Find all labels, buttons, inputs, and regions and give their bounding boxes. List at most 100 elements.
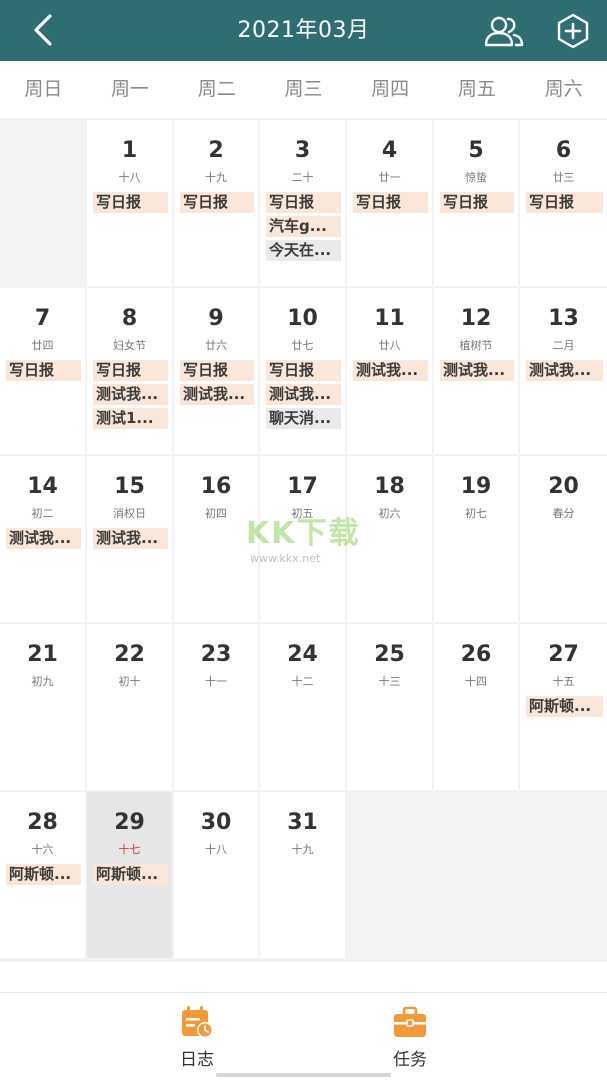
plus-circle-icon[interactable] bbox=[554, 12, 592, 50]
day-number: 2 bbox=[208, 138, 224, 163]
briefcase-icon bbox=[394, 1006, 426, 1037]
day-cell[interactable]: 10 廿七 写日报 测试我... 聊天消... bbox=[260, 288, 345, 454]
event-chip[interactable]: 写日报 bbox=[440, 192, 514, 213]
lunar-date: 惊蛰 bbox=[465, 171, 487, 184]
event-chip[interactable]: 写日报 bbox=[180, 192, 254, 213]
event-chip[interactable]: 测试我... bbox=[93, 528, 168, 549]
day-cell[interactable]: 2 十九写日报 bbox=[174, 120, 258, 286]
day-number: 15 bbox=[114, 474, 145, 499]
lunar-date: 初七 bbox=[465, 507, 487, 520]
event-list: 测试我... bbox=[6, 528, 81, 552]
event-list: 写日报 bbox=[353, 192, 428, 216]
day-cell[interactable]: 18 初六 bbox=[347, 456, 432, 622]
day-cell[interactable]: 12 植树节测试我... bbox=[434, 288, 518, 454]
day-cell[interactable]: 26 十四 bbox=[434, 624, 518, 790]
event-chip[interactable]: 阿斯顿... bbox=[93, 864, 168, 885]
event-chip[interactable]: 写日报 bbox=[353, 192, 428, 213]
event-chip[interactable]: 写日报 bbox=[93, 192, 168, 213]
day-cell[interactable]: 29 十七阿斯顿... bbox=[87, 792, 172, 958]
lunar-date: 十七 bbox=[118, 843, 141, 856]
event-chip[interactable]: 测试1... bbox=[93, 408, 168, 429]
lunar-date: 廿六 bbox=[205, 339, 227, 352]
event-list: 写日报 bbox=[6, 360, 81, 384]
day-cell[interactable]: 16 初四 bbox=[174, 456, 258, 622]
day-number: 8 bbox=[121, 306, 138, 331]
app-header: 2021年03月 bbox=[0, 0, 607, 61]
day-cell[interactable]: 25 十三 bbox=[347, 624, 432, 790]
day-number: 7 bbox=[34, 306, 51, 331]
day-cell[interactable]: 30 十八 bbox=[174, 792, 258, 958]
event-chip[interactable]: 写日报 bbox=[526, 192, 603, 213]
event-chip[interactable]: 写日报 bbox=[180, 360, 254, 381]
day-cell[interactable]: 17 初五 bbox=[260, 456, 345, 622]
day-cell[interactable]: 7 廿四写日报 bbox=[0, 288, 85, 454]
event-list: 写日报测试我... 测试1... bbox=[93, 360, 168, 432]
lunar-date: 十三 bbox=[378, 675, 401, 688]
day-cell[interactable]: 24 十二 bbox=[260, 624, 345, 790]
day-number: 21 bbox=[27, 642, 58, 667]
weekday-label: 周二 bbox=[197, 78, 236, 100]
lunar-date: 初二 bbox=[31, 507, 54, 520]
day-number: 28 bbox=[27, 810, 58, 835]
tab-journal[interactable]: 日志 bbox=[137, 993, 257, 1080]
lunar-date: 十九 bbox=[205, 171, 227, 184]
event-chip[interactable]: 测试我... bbox=[526, 360, 603, 381]
day-number: 12 bbox=[460, 306, 492, 331]
day-cell[interactable]: 22 初十 bbox=[87, 624, 172, 790]
event-chip[interactable]: 测试我... bbox=[440, 360, 514, 381]
day-cell[interactable]: 9 廿六 写日报 测试我... bbox=[174, 288, 258, 454]
event-chip[interactable]: 阿斯顿... bbox=[526, 696, 603, 717]
calendar-clock-icon bbox=[182, 1006, 213, 1038]
lunar-date: 十五 bbox=[552, 675, 575, 688]
event-chip[interactable]: 写日报 bbox=[266, 192, 341, 213]
day-cell[interactable]: 28 十六 阿斯顿... bbox=[0, 792, 85, 958]
day-number: 10 bbox=[287, 306, 318, 331]
event-chip[interactable]: 写日报 bbox=[93, 360, 168, 381]
event-chip[interactable]: 测试我... bbox=[6, 528, 81, 549]
event-chip[interactable]: 汽车g... bbox=[266, 216, 341, 237]
event-list: 写日报测试我... 聊天消... bbox=[266, 360, 341, 432]
day-cell[interactable]: 13 二月 测试我... bbox=[520, 288, 607, 454]
lunar-date: 廿四 bbox=[31, 339, 54, 352]
tab-tasks-label: 任务 bbox=[393, 1050, 427, 1070]
lunar-date: 廿三 bbox=[552, 171, 575, 184]
day-number: 30 bbox=[200, 810, 232, 835]
event-chip[interactable]: 今天在... bbox=[266, 240, 341, 261]
day-cell[interactable]: 23 十一 bbox=[174, 624, 258, 790]
day-cell[interactable]: 3 二十 写日报 汽车g... 今天在... bbox=[260, 120, 345, 286]
day-cell[interactable]: 27 十五 阿斯顿... bbox=[520, 624, 607, 790]
event-chip[interactable]: 阿斯顿... bbox=[6, 864, 81, 885]
day-cell[interactable]: 8 妇女节 写日报 测试我... 测试1... bbox=[87, 288, 172, 454]
weekday-label: 周四 bbox=[371, 78, 410, 100]
event-chip[interactable]: 聊天消... bbox=[266, 408, 341, 429]
event-chip[interactable]: 测试我... bbox=[266, 384, 341, 405]
event-chip[interactable]: 测试我... bbox=[93, 384, 168, 405]
tab-journal-label: 日志 bbox=[180, 1050, 214, 1070]
event-chip[interactable]: 写日报 bbox=[6, 360, 81, 381]
day-cell[interactable]: 19 初七 bbox=[434, 456, 518, 622]
tab-tasks[interactable]: 任务 bbox=[350, 993, 470, 1080]
day-cell[interactable]: 4 廿一 写日报 bbox=[347, 120, 432, 286]
lunar-date: 植树节 bbox=[459, 339, 493, 352]
lunar-date: 十一 bbox=[205, 675, 227, 688]
day-number: 29 bbox=[114, 810, 145, 835]
users-icon[interactable] bbox=[484, 14, 524, 48]
day-cell[interactable]: 14 初二 测试我... bbox=[0, 456, 85, 622]
day-number: 18 bbox=[374, 474, 405, 499]
day-cell[interactable]: 21 初九 bbox=[0, 624, 85, 790]
day-cell[interactable]: 15 消权日 测试我... bbox=[87, 456, 172, 622]
day-cell[interactable]: 5 惊蛰 写日报 bbox=[434, 120, 518, 286]
event-chip[interactable]: 测试我... bbox=[180, 384, 254, 405]
event-chip[interactable]: 写日报 bbox=[266, 360, 341, 381]
day-cell[interactable]: 11 廿八 测试我... bbox=[347, 288, 432, 454]
event-list: 阿斯顿... bbox=[93, 864, 168, 888]
day-cell[interactable]: 31 十九 bbox=[260, 792, 345, 958]
event-chip[interactable]: 测试我... bbox=[353, 360, 428, 381]
day-cell[interactable]: 20 春分 bbox=[520, 456, 607, 622]
day-cell[interactable]: 1 十八 写日报 bbox=[87, 120, 172, 286]
day-number: 23 bbox=[200, 642, 232, 667]
lunar-date: 廿一 bbox=[378, 171, 401, 184]
day-number: 19 bbox=[460, 474, 492, 499]
day-cell[interactable]: 6 廿三 写日报 bbox=[520, 120, 607, 286]
home-indicator bbox=[216, 1073, 391, 1077]
